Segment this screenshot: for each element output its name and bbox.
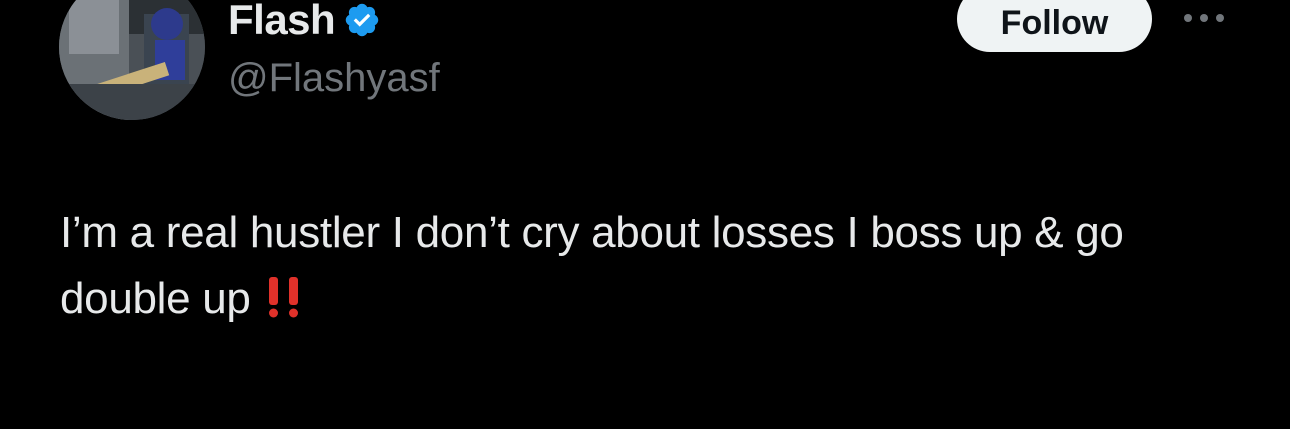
more-options-icon[interactable]: [1182, 8, 1226, 28]
author-handle[interactable]: @Flashyasf: [228, 54, 440, 102]
verified-badge-icon[interactable]: [343, 1, 381, 39]
tweet-body: I’m a real hustler I don’t cry about los…: [60, 208, 1124, 323]
follow-button[interactable]: Follow: [957, 0, 1152, 52]
author-name-row: Flash: [228, 0, 381, 44]
tweet-text: I’m a real hustler I don’t cry about los…: [60, 200, 1240, 338]
avatar-image: [59, 0, 205, 120]
double-exclamation-icon: [263, 272, 307, 338]
avatar[interactable]: [59, 0, 205, 120]
author-display-name[interactable]: Flash: [228, 0, 336, 44]
tweet-card: Flash @Flashyasf Follow I’m a real hustl…: [0, 0, 1290, 429]
